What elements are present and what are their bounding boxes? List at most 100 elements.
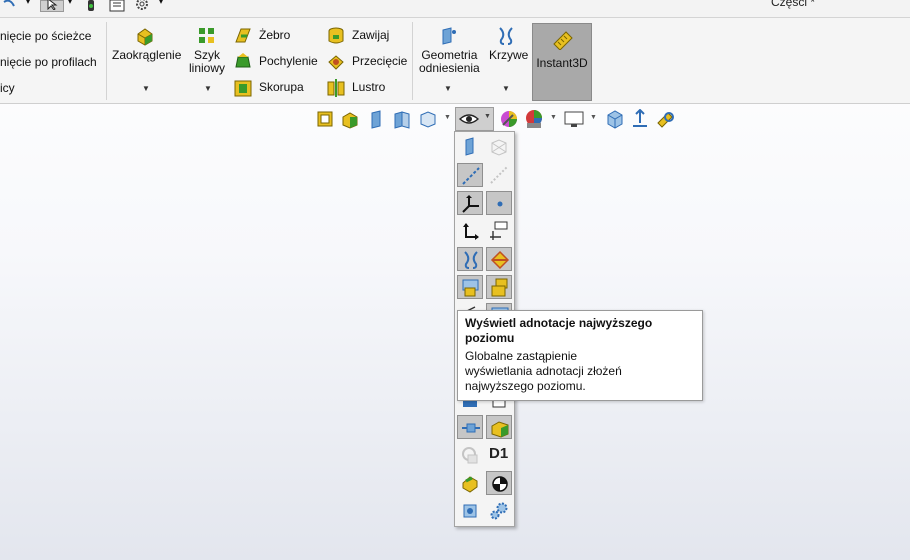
file-properties-icon[interactable] (109, 0, 125, 12)
linear-pattern-icon[interactable] (197, 26, 217, 46)
apply-scene-dropdown-icon[interactable]: ▼ (550, 114, 557, 121)
view-points-toggle[interactable] (486, 191, 512, 215)
axis-icon (462, 167, 480, 185)
eye-icon (459, 114, 479, 124)
view-orientation-icon[interactable] (418, 109, 438, 129)
curves-icon[interactable] (496, 26, 516, 46)
dimension-names-icon (490, 221, 508, 240)
intersect-label[interactable]: Przecięcie (352, 55, 407, 68)
disabled-planes-icon (491, 139, 507, 156)
wrap-label[interactable]: Zawijaj (352, 29, 389, 42)
reference-geometry-dropdown-icon[interactable]: ▼ (444, 84, 452, 93)
rib-icon[interactable] (233, 26, 253, 46)
display-settings-dropdown-icon[interactable]: ▼ (590, 114, 597, 121)
edit-appearance-icon[interactable] (499, 109, 519, 129)
zoom-to-area-icon[interactable] (340, 109, 360, 129)
tooltip-title: Wyświetl adnotacje najwyższego poziomu (465, 316, 653, 345)
parting-line-icon (490, 250, 510, 270)
view-temporary-axes-toggle[interactable] (486, 163, 512, 187)
boundary-cut-command[interactable]: icy (0, 82, 15, 95)
draft-label[interactable]: Pochylenie (259, 55, 318, 68)
view-center-of-mass-disabled[interactable] (457, 443, 483, 467)
features-ribbon: nięcie po ścieżce nięcie po profilach ic… (0, 18, 910, 104)
view-orientation-dropdown-icon[interactable]: ▼ (444, 114, 451, 121)
curves-label[interactable]: Krzywe (489, 49, 528, 62)
view-all-types-toggle[interactable] (457, 471, 483, 495)
redo-dropdown-icon[interactable]: ▾ (26, 0, 30, 9)
normal-to-icon[interactable] (630, 109, 650, 129)
linear-pattern-dropdown-icon[interactable]: ▼ (204, 84, 212, 93)
view-coordinate-systems-toggle[interactable] (457, 191, 483, 215)
gears-icon (490, 502, 508, 520)
reference-geometry-label[interactable]: Geometria odniesienia (419, 49, 480, 75)
lofted-cut-command[interactable]: nięcie po profilach (0, 56, 97, 69)
ribbon-separator (412, 22, 413, 100)
shell-icon[interactable] (233, 78, 253, 98)
view-parting-lines-toggle[interactable] (486, 247, 512, 271)
apply-scene-icon[interactable] (524, 109, 544, 129)
weld-bead-icon (462, 423, 480, 433)
previous-view-icon[interactable] (367, 109, 387, 129)
point-icon (497, 201, 503, 207)
3d-view-cube-icon[interactable] (605, 109, 625, 129)
view-curves-toggle[interactable] (457, 247, 483, 271)
view-mates-toggle[interactable] (486, 415, 512, 439)
view-top-level-annotations-toggle[interactable] (486, 275, 512, 299)
instant3d-label: Instant3D (536, 56, 588, 70)
select-tool-button[interactable] (40, 0, 64, 12)
measure-icon[interactable] (656, 109, 676, 129)
section-view-icon[interactable] (392, 109, 412, 129)
curve-icon (464, 251, 478, 269)
top-level-annotation-icon (491, 278, 508, 297)
view-axes-toggle[interactable] (457, 163, 483, 187)
options-gear-icon[interactable] (134, 0, 150, 12)
fillet-icon[interactable] (135, 26, 155, 46)
traffic-light-icon[interactable] (86, 0, 96, 12)
solid-body-icon (462, 476, 478, 493)
hide-show-dropdown-icon[interactable]: ▼ (484, 113, 491, 120)
quick-access-toolbar: ▾ ▾ ▾ Części * (0, 0, 910, 18)
view-dimension-names-toggle[interactable] (486, 219, 512, 243)
document-title: Części * (771, 0, 816, 9)
fillet-dropdown-icon[interactable]: ▼ (142, 84, 150, 93)
swept-cut-command[interactable]: nięcie po ścieżce (0, 30, 91, 43)
options-dropdown-icon[interactable]: ▾ (159, 0, 163, 9)
view-weld-beads-toggle[interactable] (457, 415, 483, 439)
mirror-label[interactable]: Lustro (352, 81, 385, 94)
reference-geometry-icon[interactable] (439, 26, 459, 46)
view-origins-toggle[interactable] (457, 219, 483, 243)
tooltip-description: Globalne zastąpienie wyświetlania adnota… (465, 349, 622, 393)
ribbon-separator (106, 22, 107, 100)
intersect-icon[interactable] (326, 52, 346, 72)
mate-icon (491, 421, 509, 438)
view-decals-toggle[interactable] (486, 499, 512, 523)
shell-label[interactable]: Skorupa (259, 81, 304, 94)
cursor-icon (47, 0, 58, 10)
view-center-of-mass-toggle[interactable] (486, 471, 512, 495)
instant3d-icon (553, 31, 573, 50)
rib-label[interactable]: Żebro (259, 29, 290, 42)
hide-show-items-button[interactable]: ▼ (455, 107, 494, 131)
instant3d-button[interactable]: Instant3D (532, 23, 592, 101)
draft-icon[interactable] (233, 52, 253, 72)
tooltip: Wyświetl adnotacje najwyższego poziomu G… (457, 310, 703, 401)
linear-pattern-label[interactable]: Szyk liniowy (189, 49, 225, 75)
view-annotations-toggle[interactable] (457, 275, 483, 299)
zoom-to-fit-icon[interactable] (315, 109, 335, 129)
annotation-icon (462, 279, 479, 297)
view-planes-toggle[interactable] (457, 135, 483, 159)
mirror-icon[interactable] (326, 78, 346, 98)
view-routing-points-toggle[interactable] (457, 499, 483, 523)
disabled-part-icon (462, 447, 478, 464)
origin-icon (463, 223, 479, 240)
display-settings-icon[interactable] (564, 109, 584, 129)
redo-icon[interactable] (2, 0, 16, 12)
curves-dropdown-icon[interactable]: ▼ (502, 84, 510, 93)
routing-icon (463, 504, 477, 518)
coordinate-system-icon (462, 195, 479, 213)
disabled-axis-icon (490, 166, 508, 184)
fillet-label[interactable]: Zaokrąglenie (112, 49, 181, 62)
wrap-icon[interactable] (326, 26, 346, 46)
view-all-planes-toggle[interactable] (486, 135, 512, 159)
select-dropdown-icon[interactable]: ▾ (68, 0, 72, 9)
